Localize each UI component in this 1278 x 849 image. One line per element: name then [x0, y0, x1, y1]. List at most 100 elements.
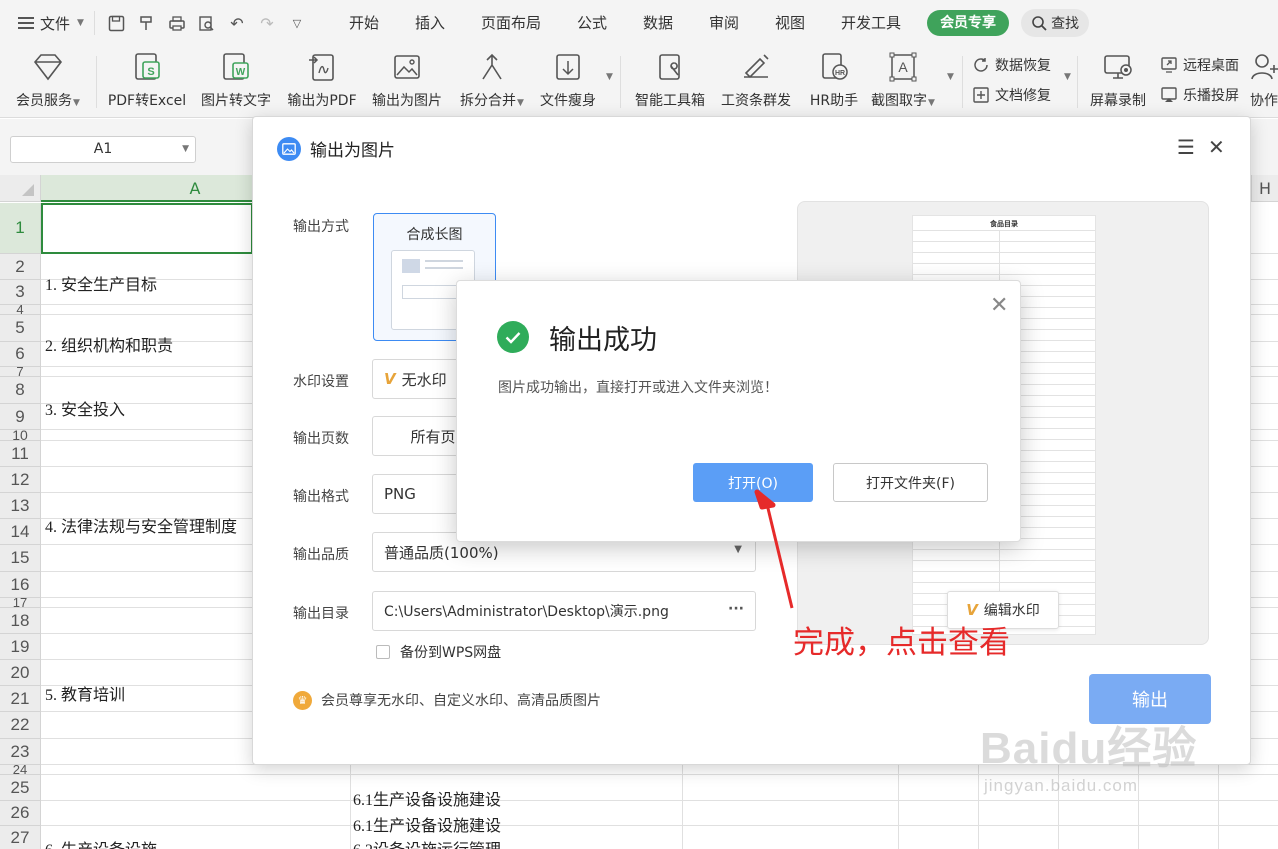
row-header-12[interactable]: 12 [0, 467, 41, 493]
cell-a3[interactable]: 1. 安全生产目标 [45, 271, 157, 295]
screenshot-text-label: 截图取字 [871, 93, 928, 109]
tab-formulas[interactable]: 公式 [559, 0, 625, 46]
doc-repair-button[interactable]: 文档修复 [972, 85, 1051, 105]
row-header-15[interactable]: 15 [0, 545, 41, 572]
tab-page-layout[interactable]: 页面布局 [463, 0, 559, 46]
ribbon-more-icon[interactable]: ▼ [1064, 72, 1071, 82]
row-header-5[interactable]: 5 [0, 315, 41, 342]
row-header-22[interactable]: 22 [0, 712, 41, 739]
browse-more-button[interactable]: ··· [728, 601, 744, 617]
cell-a14[interactable]: 4. 法律法规与安全管理制度 [45, 513, 237, 537]
row-header-4[interactable]: 4 [0, 302, 41, 317]
row-header-26[interactable]: 26 [0, 801, 41, 826]
checkbox-box[interactable] [376, 645, 390, 659]
open-button[interactable]: 打开(O) [693, 463, 813, 502]
row-header-18[interactable]: 18 [0, 608, 41, 634]
cell-a27[interactable]: 6. 生产设备设施 [45, 836, 157, 849]
menu-icon[interactable]: ☰ [1177, 137, 1195, 157]
svg-text:A: A [898, 59, 908, 75]
tab-view[interactable]: 视图 [757, 0, 823, 46]
split-merge-button[interactable]: 拆分合并▼ [455, 50, 529, 114]
active-cell-a1[interactable] [41, 203, 253, 254]
tab-review[interactable]: 审阅 [691, 0, 757, 46]
search-box[interactable]: 查找 [1021, 9, 1090, 37]
preview-row-line [913, 252, 1095, 253]
customize-toolbar-icon[interactable]: ▽ [287, 13, 307, 33]
export-pdf-button[interactable]: 输出为PDF [283, 50, 361, 114]
ribbon: 会员服务▼ S PDF转Excel W 图片转文字 输出为PDF 输出为图片 拆… [0, 46, 1278, 118]
row-header-24[interactable]: 24 [0, 762, 41, 777]
open-folder-button[interactable]: 打开文件夹(F) [833, 463, 988, 502]
tab-vip[interactable]: 会员专享 [927, 10, 1010, 36]
member-services-button[interactable]: 会员服务▼ [12, 50, 84, 114]
tab-home[interactable]: 开始 [331, 0, 397, 46]
undo-icon[interactable]: ↶ [227, 13, 247, 33]
tab-data[interactable]: 数据 [625, 0, 691, 46]
collab-button[interactable]: 协作 [1250, 50, 1278, 114]
payslip-button[interactable]: 工资条群发 [716, 50, 796, 114]
print-preview-icon[interactable] [197, 13, 217, 33]
screen-record-icon [1101, 50, 1135, 84]
dir-input[interactable]: C:\Users\Administrator\Desktop\演示.png ··… [372, 591, 756, 631]
backup-checkbox[interactable]: 备份到WPS网盘 [376, 642, 501, 662]
svg-text:S: S [147, 66, 154, 78]
row-header-14[interactable]: 14 [0, 519, 41, 545]
file-menu[interactable]: 文件 ▼ [0, 0, 94, 46]
row-header-20[interactable]: 20 [0, 660, 41, 686]
diamond-icon [31, 50, 65, 84]
redo-icon[interactable]: ↷ [257, 13, 277, 33]
row-header-17[interactable]: 17 [0, 595, 41, 610]
collab-label: 协作 [1250, 93, 1278, 109]
row-header-7[interactable]: 7 [0, 364, 41, 379]
hr-assistant-button[interactable]: HR HR助手 [804, 50, 864, 114]
format-painter-icon[interactable] [137, 13, 157, 33]
split-merge-icon [475, 50, 509, 84]
chevron-down-icon: ▼ [734, 544, 742, 555]
row-header-13[interactable]: 13 [0, 493, 41, 519]
row-header-25[interactable]: 25 [0, 775, 41, 801]
image-to-text-button[interactable]: W 图片转文字 [196, 50, 276, 114]
pages-value: 所有页 [410, 427, 456, 446]
row-header-19[interactable]: 19 [0, 634, 41, 660]
close-icon[interactable]: ✕ [1208, 137, 1225, 157]
pdf-to-excel-button[interactable]: S PDF转Excel [106, 50, 188, 114]
cell-b25[interactable]: 6.1生产设备设施建设 [353, 786, 501, 810]
hamburger-icon [18, 17, 34, 29]
search-label: 查找 [1051, 16, 1080, 32]
leplay-button[interactable]: 乐播投屏 [1160, 85, 1239, 105]
export-image-button[interactable]: 输出为图片 [368, 50, 446, 114]
screenshot-text-button[interactable]: A 截图取字▼ [867, 50, 939, 114]
cell-b27[interactable]: 6.2设备设施运行管理 [353, 836, 501, 849]
row-header-11[interactable]: 11 [0, 441, 41, 467]
row-header-10[interactable]: 10 [0, 427, 41, 443]
remote-desktop-button[interactable]: 远程桌面 [1160, 55, 1239, 75]
smart-toolbox-button[interactable]: 智能工具箱 [630, 50, 710, 114]
preview-row-line [913, 274, 1095, 275]
row-header-8[interactable]: 8 [0, 377, 41, 404]
preview-row-line [913, 230, 1095, 231]
close-icon[interactable]: ✕ [990, 295, 1008, 317]
ribbon-more-icon[interactable]: ▼ [947, 72, 954, 82]
leplay-label: 乐播投屏 [1183, 88, 1239, 104]
cell-b26[interactable]: 6.1生产设备设施建设 [353, 812, 501, 836]
export-pdf-icon [305, 50, 339, 84]
row-header-1[interactable]: 1 [0, 203, 41, 254]
cell-a9[interactable]: 3. 安全投入 [45, 396, 125, 420]
tab-insert[interactable]: 插入 [397, 0, 463, 46]
row-header-2[interactable]: 2 [0, 254, 41, 280]
row-header-27[interactable]: 27 [0, 826, 41, 849]
row-header-21[interactable]: 21 [0, 686, 41, 712]
print-icon[interactable] [167, 13, 187, 33]
format-value: PNG [384, 485, 416, 503]
tab-developer[interactable]: 开发工具 [823, 0, 919, 46]
file-slim-button[interactable]: 文件瘦身 [536, 50, 600, 114]
select-all-corner[interactable] [0, 175, 41, 202]
screen-record-button[interactable]: 屏幕录制 [1084, 50, 1152, 114]
column-header-h[interactable]: H [1252, 175, 1278, 202]
save-icon[interactable] [107, 13, 127, 33]
cell-a6[interactable]: 2. 组织机构和职责 [45, 332, 173, 356]
data-recovery-button[interactable]: 数据恢复 [972, 55, 1051, 75]
ribbon-more-icon[interactable]: ▼ [606, 72, 613, 82]
cell-a21[interactable]: 5. 教育培训 [45, 681, 125, 705]
name-box[interactable]: A1 ▼ [10, 136, 196, 163]
